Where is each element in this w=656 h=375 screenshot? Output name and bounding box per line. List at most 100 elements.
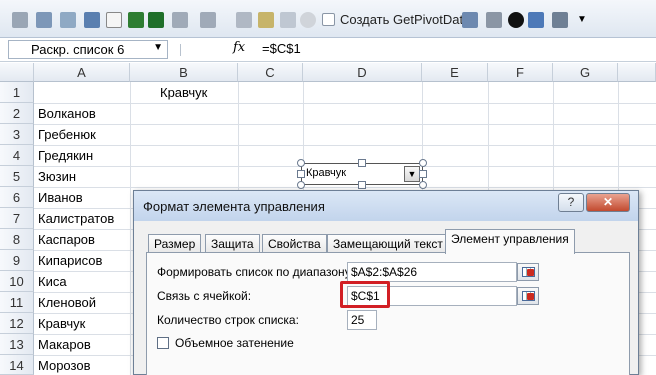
cell-a13[interactable]: Макаров [38,334,91,355]
row-header[interactable]: 8 [0,229,34,250]
formula-input[interactable]: =$C$1 [262,41,301,56]
column-header-d[interactable]: D [303,63,422,82]
cell-a9[interactable]: Кипарисов [38,250,102,271]
row-header[interactable]: 6 [0,187,34,208]
resize-handle[interactable] [297,181,305,189]
column-header-a[interactable]: A [34,63,130,82]
tab-protection[interactable]: Защита [205,234,260,254]
cell-a11[interactable]: Кленовой [38,292,96,313]
resize-handle[interactable] [358,181,366,189]
dialog-title-bar[interactable]: Формат элемента управления ? ✕ [134,191,638,221]
dropdown-lines-field[interactable]: 25 [347,310,377,330]
redo-icon[interactable] [200,12,216,28]
lock-icon[interactable] [258,12,274,28]
select-all-corner[interactable] [0,63,34,82]
cell-a6[interactable]: Иванов [38,187,83,208]
pivot-checkbox[interactable] [322,13,335,26]
cell-a10[interactable]: Киса [38,271,67,292]
row-header[interactable]: 3 [0,124,34,145]
combo-box-dropdown-button[interactable]: ▼ [404,166,420,182]
input-range-label: Формировать список по диапазону: [157,265,355,279]
chevron-down-icon[interactable]: ▼ [153,42,163,53]
chart-icon[interactable] [60,12,76,28]
save-icon[interactable] [84,12,100,28]
record-icon[interactable] [508,12,524,28]
help-button[interactable]: ? [558,193,584,212]
row-header[interactable]: 13 [0,334,34,355]
gridline [34,187,656,188]
tab-control[interactable]: Элемент управления [445,229,575,254]
name-box[interactable]: Раскр. список 6 ▼ [8,40,168,59]
cell-link-highlight [340,281,390,308]
column-header-b[interactable]: B [130,63,238,82]
row-header[interactable]: 5 [0,166,34,187]
pivot-checkbox-label: Создать GetPivotData [340,12,471,27]
tab-properties[interactable]: Свойства [262,234,327,254]
gridline [34,103,656,104]
gridline [34,145,656,146]
form-icon[interactable] [552,12,568,28]
resize-handle[interactable] [419,170,427,178]
cell-a2[interactable]: Волканов [38,103,96,124]
cell-a14[interactable]: Морозов [38,355,90,375]
clipboard-icon[interactable] [280,12,296,28]
row-header[interactable]: 4 [0,145,34,166]
range-arrow-icon [527,293,534,300]
resize-handle[interactable] [419,181,427,189]
control-tab-panel: Формировать список по диапазону: $A$2:$A… [146,252,630,375]
row-header[interactable]: 10 [0,271,34,292]
insert-function-icon[interactable]: fx [233,40,245,55]
circle-icon[interactable] [300,12,316,28]
filter-icon[interactable] [528,12,544,28]
input-range-field[interactable]: $A$2:$A$26 [347,262,517,282]
range-arrow-icon [527,269,534,276]
column-header-f[interactable]: F [488,63,553,82]
dropdown-icon[interactable]: ▼ [574,12,590,28]
cell-a4[interactable]: Гредякин [38,145,93,166]
sum-icon[interactable] [12,12,28,28]
column-header-e[interactable]: E [422,63,488,82]
resize-handle[interactable] [297,159,305,167]
input-range-picker-button[interactable] [517,263,539,281]
name-box-value: Раскр. список 6 [31,42,125,57]
row-header[interactable]: 12 [0,313,34,334]
formula-bar-separator[interactable] [180,44,200,56]
print-icon[interactable] [236,12,252,28]
row-header[interactable]: 14 [0,355,34,375]
cell-link-label: Связь с ячейкой: [157,289,252,303]
formula-bar: Раскр. список 6 ▼ fx =$C$1 [0,38,656,62]
3d-shading-label: Объемное затенение [175,336,294,350]
cell-b1[interactable]: Кравчук [160,82,207,103]
cell-a12[interactable]: Кравчук [38,313,85,334]
resize-handle[interactable] [358,159,366,167]
tab-size[interactable]: Размер [148,234,202,254]
pivot-icon[interactable] [462,12,478,28]
resize-handle[interactable] [419,159,427,167]
cell-a7[interactable]: Калистратов [38,208,114,229]
excel-icon[interactable] [128,12,144,28]
excel-icon[interactable] [148,12,164,28]
row-header[interactable]: 2 [0,103,34,124]
cell-a8[interactable]: Каспаров [38,229,95,250]
cell-a5[interactable]: Зюзин [38,166,76,187]
column-header-g[interactable]: G [553,63,618,82]
gridline [34,124,656,125]
row-header[interactable]: 11 [0,292,34,313]
cell-link-picker-button[interactable] [517,287,539,305]
column-header-filler [618,63,656,82]
column-header-c[interactable]: C [238,63,303,82]
row-header[interactable]: 1 [0,82,34,103]
table-icon[interactable] [36,12,52,28]
cell-a3[interactable]: Гребенюк [38,124,96,145]
close-button[interactable]: ✕ [586,193,630,212]
resize-handle[interactable] [297,170,305,178]
dropdown-lines-label: Количество строк списка: [157,313,299,327]
row-header[interactable]: 9 [0,250,34,271]
row-header[interactable]: 7 [0,208,34,229]
document-icon[interactable] [106,12,122,28]
undo-icon[interactable] [172,12,188,28]
tab-alt-text[interactable]: Замещающий текст [327,234,449,254]
camera-icon[interactable] [486,12,502,28]
combo-box-value: Кравчук [306,167,347,179]
3d-shading-checkbox[interactable] [157,337,169,349]
